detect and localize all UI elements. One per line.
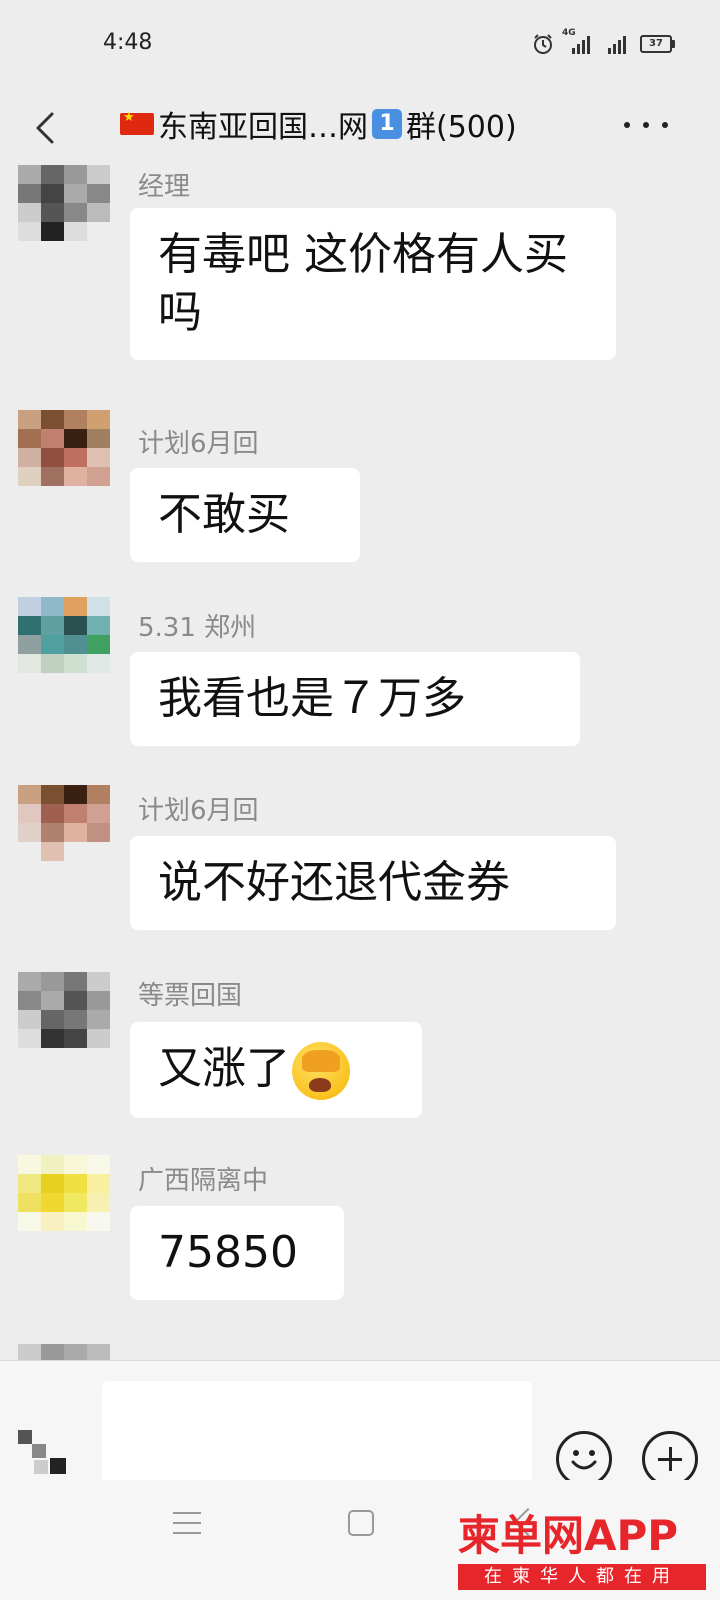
sender-name: 计划6月回	[138, 429, 259, 459]
china-flag-icon	[120, 110, 154, 135]
sender-name: 等票回国	[138, 981, 243, 1011]
message-bubble[interactable]: 说不好还退代金券	[130, 836, 616, 930]
watermark-logo: 柬单网APP	[458, 1511, 679, 1560]
menu-icon[interactable]	[173, 1512, 201, 1534]
avatar[interactable]	[18, 785, 110, 861]
message-text: 又涨了	[158, 1043, 290, 1094]
message-input[interactable]	[102, 1381, 532, 1491]
message-bubble[interactable]: 又涨了	[130, 1022, 422, 1118]
avatar[interactable]	[18, 165, 110, 241]
alarm-icon	[534, 34, 552, 54]
sender-name: 广西隔离中	[138, 1166, 269, 1196]
home-icon[interactable]	[348, 1510, 374, 1536]
status-time: 4:48	[103, 30, 153, 55]
message-bubble[interactable]: 75850	[130, 1206, 344, 1300]
watermark: 柬单网APP 在柬华人都在用	[458, 1512, 706, 1592]
keycap-one-icon: 1	[372, 109, 402, 139]
input-bar	[0, 1360, 720, 1491]
chat-title: 东南亚回国…网 1 群(500)	[120, 102, 560, 146]
title-part-2: 群(500)	[406, 110, 517, 145]
signal-4g-icon: 4G	[562, 28, 590, 54]
message-bubble[interactable]: 不敢买	[130, 468, 360, 562]
battery-icon: 37	[640, 35, 675, 53]
chat-header: 东南亚回国…网 1 群(500)	[0, 90, 720, 160]
status-icons: 4G 37	[532, 28, 675, 58]
add-attachment-button[interactable]	[642, 1431, 698, 1487]
title-part-1: 东南亚回国…网	[158, 110, 368, 145]
network-label: 4G	[562, 28, 576, 38]
signal-bars-icon	[598, 34, 626, 54]
sender-name: 5.31 郑州	[138, 613, 257, 643]
more-options-icon[interactable]	[624, 110, 668, 140]
sender-name: 计划6月回	[138, 796, 259, 826]
message-bubble[interactable]: 我看也是７万多	[130, 652, 580, 746]
back-arrow-icon[interactable]	[28, 108, 68, 148]
watermark-tagline: 在柬华人都在用	[458, 1564, 706, 1590]
smiley-icon	[571, 1450, 597, 1470]
avatar[interactable]	[18, 972, 110, 1048]
emoji-button[interactable]	[556, 1431, 612, 1487]
avatar[interactable]	[18, 410, 110, 486]
status-bar: 4:48 4G 37	[0, 0, 720, 90]
avatar[interactable]	[18, 597, 110, 673]
avatar[interactable]	[18, 1155, 110, 1231]
avatar	[18, 1344, 110, 1360]
crying-face-emoji-icon	[292, 1042, 350, 1100]
sender-name: 经理	[138, 172, 191, 202]
message-bubble[interactable]: 有毒吧 这价格有人买吗	[130, 208, 616, 360]
